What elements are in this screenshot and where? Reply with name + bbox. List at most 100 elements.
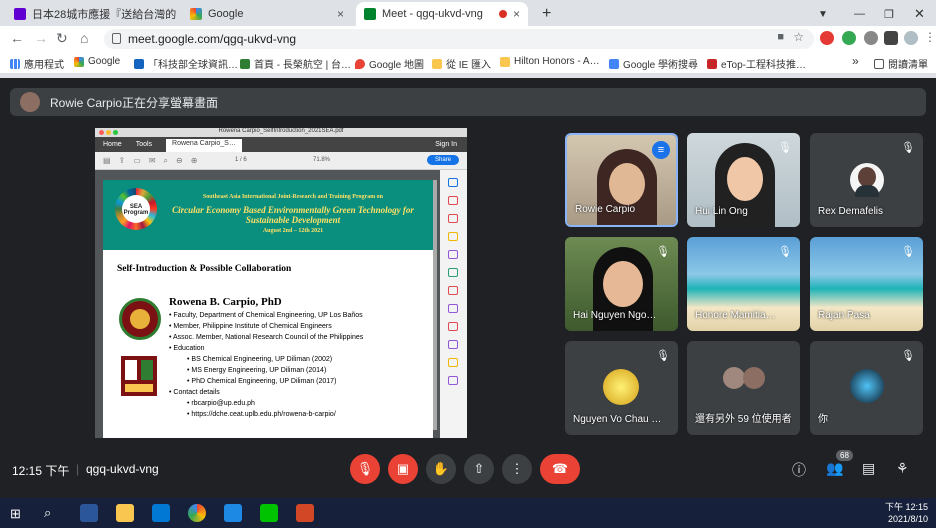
present-button[interactable]: ⇧ — [464, 454, 494, 484]
banner-line2: Circular Economy Based Environmentally G… — [172, 205, 414, 225]
tab-label: 日本28城市應援『送給台灣的無… — [32, 9, 176, 21]
bookmark-label: 閱讀清單 — [888, 60, 928, 71]
camera-icon[interactable]: ■ — [777, 31, 784, 43]
raise-hand-button[interactable]: ✋ — [426, 454, 456, 484]
google-icon — [190, 8, 202, 20]
bullet-1: • Faculty, Department of Chemical Engine… — [169, 312, 363, 319]
logo-text: SEA Program — [122, 195, 150, 223]
participant-tile-rex[interactable]: 🎙 Rex Demafelis — [810, 133, 923, 227]
activities-icon[interactable]: ⚘ — [896, 460, 909, 477]
forward-icon[interactable]: → — [34, 30, 48, 46]
close-tab-icon[interactable]: × — [513, 7, 520, 21]
bullet-3: • Assoc. Member, National Research Counc… — [169, 334, 364, 341]
system-clock[interactable]: 下午 12:15 2021/8/10 — [885, 501, 928, 525]
file-explorer-icon[interactable] — [116, 504, 134, 522]
pdf-menu: Home Tools Rowena Carpio_S… Sign In — [95, 137, 467, 152]
bullet-4: • Education — [169, 345, 205, 352]
participant-tile-others[interactable]: 還有另外 59 位使用者 — [687, 341, 800, 435]
reload-icon[interactable]: ↻ — [56, 30, 68, 47]
menu-icon[interactable]: ⋮ — [924, 30, 936, 44]
pdf-sign-in: Sign In — [435, 141, 457, 148]
bookmark-evaair[interactable]: 首頁 - 長榮航空 | 台… — [240, 56, 351, 71]
presenter-avatar — [20, 92, 40, 112]
pdf-window-title: Rowena Carpio_SelfIntroduction_2021SEA.p… — [218, 128, 344, 134]
bookmark-scholar[interactable]: Google 學術搜尋 — [609, 56, 698, 71]
bookmark-etop[interactable]: eTop-工程科技推… — [707, 56, 806, 71]
bookmark-label: Google — [88, 56, 121, 67]
powerpoint-icon[interactable] — [296, 504, 314, 522]
more-options-button[interactable]: ⋮ — [502, 454, 532, 484]
bookmark-most[interactable]: 「科技部全球資訊… — [134, 56, 238, 71]
address-bar[interactable]: meet.google.com/qgq-ukvd-vng ■ ☆ — [104, 29, 814, 49]
reading-list[interactable]: 閱讀清單 — [874, 56, 928, 71]
back-icon[interactable]: ← — [10, 30, 24, 46]
pdf-home: Home — [103, 141, 122, 148]
new-tab-button[interactable]: + — [534, 2, 558, 26]
bookmark-hilton[interactable]: Hilton Honors - A… — [500, 56, 600, 67]
speaker-name: Rowena B. Carpio, PhD — [169, 296, 282, 308]
bookmark-maps[interactable]: Google 地圖 — [355, 56, 424, 71]
etop-icon — [707, 58, 717, 69]
more-bookmarks[interactable]: » — [852, 54, 859, 68]
participant-name: Rajan Pasa — [818, 310, 870, 321]
edu-text: MS Energy Engineering, UP Diliman (2014) — [191, 367, 327, 374]
participant-name: Hai Nguyen Ngo… — [573, 310, 657, 321]
people-icon[interactable]: 👥 — [826, 460, 843, 477]
chrome-icon[interactable] — [188, 504, 206, 522]
participant-tile-you[interactable]: 🎙 你 — [810, 341, 923, 435]
contact-text: rbcarpio@up.edu.ph — [191, 400, 255, 407]
adblock-icon[interactable] — [820, 31, 834, 45]
close-tab-icon[interactable]: × — [337, 7, 344, 21]
bookmark-label: 「科技部全球資訊… — [148, 60, 238, 71]
mic-toggle-button[interactable]: 🎙 — [350, 454, 380, 484]
bookmark-ie[interactable]: 從 IE 匯入 — [432, 56, 491, 71]
home-icon[interactable]: ⌂ — [80, 30, 88, 46]
minimize-icon[interactable]: — — [846, 2, 866, 26]
tab-taiwan[interactable]: 日本28城市應援『送給台灣的無… × — [6, 2, 176, 26]
pdf-scrollbar — [433, 180, 437, 430]
end-call-button[interactable]: ☎ — [540, 454, 580, 484]
close-window-icon[interactable]: ✕ — [906, 2, 926, 26]
camera-toggle-button[interactable]: ▣ — [388, 454, 418, 484]
others-avatar — [743, 367, 765, 389]
participant-tile-huilin[interactable]: 🎙 Hui Lin Ong — [687, 133, 800, 227]
start-icon[interactable]: ⊞ — [10, 506, 21, 522]
presenting-banner: Rowie Carpio正在分享螢幕畫面 — [10, 88, 926, 116]
bullet-text: Member, Philippine Institute of Chemical… — [173, 323, 332, 330]
tab-google[interactable]: Google × — [182, 2, 352, 26]
bookmark-google[interactable]: Google — [74, 56, 120, 67]
line-icon[interactable] — [260, 504, 278, 522]
mic-off-icon: 🎙 — [778, 246, 792, 258]
participant-tile-rowie[interactable]: ≡ Rowie Carpio — [565, 133, 678, 227]
restore-icon[interactable]: ❐ — [876, 2, 896, 26]
app-u-icon[interactable] — [224, 504, 242, 522]
tab-meet[interactable]: Meet - qgq-ukvd-vng × — [356, 2, 528, 26]
bookmark-apps[interactable]: 應用程式 — [10, 56, 64, 71]
participant-name: 你 — [818, 414, 828, 425]
word-icon[interactable] — [80, 504, 98, 522]
google-icon — [74, 56, 84, 67]
extension-green-icon[interactable] — [842, 31, 856, 45]
pdf-tool-icon — [448, 358, 458, 367]
folder-icon — [432, 58, 442, 69]
profile-dropdown-icon[interactable]: ▼ — [810, 2, 830, 26]
outlook-icon[interactable] — [152, 504, 170, 522]
edu-2: • MS Energy Engineering, UP Diliman (201… — [187, 367, 327, 374]
self-avatar — [850, 369, 884, 403]
mic-off-icon: 🎙 — [656, 350, 670, 362]
chat-icon[interactable]: ▤ — [862, 460, 875, 477]
shared-screen[interactable]: Rowena Carpio_SelfIntroduction_2021SEA.p… — [95, 128, 467, 438]
participant-video — [597, 149, 657, 225]
participant-tile-honore[interactable]: 🎙 Honore Mamitia… — [687, 237, 800, 331]
extension-icon[interactable] — [864, 31, 878, 45]
participant-tile-rajan[interactable]: 🎙 Rajan Pasa — [810, 237, 923, 331]
info-icon[interactable]: ⓘ — [792, 460, 806, 480]
profile-avatar[interactable] — [904, 31, 918, 45]
lock-icon — [112, 33, 121, 44]
star-icon[interactable]: ☆ — [793, 30, 804, 44]
banner-line1: Southeast Asia International Joint-Resea… — [202, 194, 384, 200]
participant-tile-hai[interactable]: 🎙 Hai Nguyen Ngo… — [565, 237, 678, 331]
puzzle-icon[interactable] — [884, 31, 898, 45]
participant-tile-nguyen[interactable]: 🎙 Nguyen Vo Chau … — [565, 341, 678, 435]
search-icon[interactable]: ⌕ — [44, 505, 51, 521]
